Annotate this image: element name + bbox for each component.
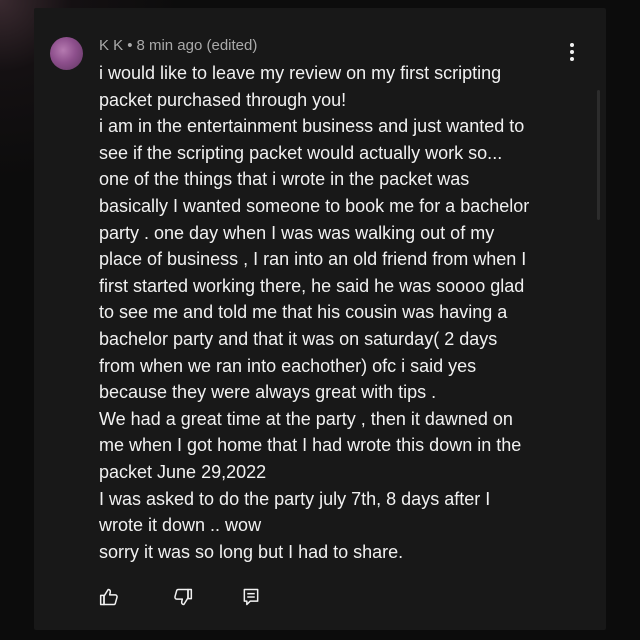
thumbs-down-icon bbox=[174, 588, 193, 606]
scrollbar[interactable] bbox=[597, 90, 600, 220]
comment-header: K K • 8 min ago (edited) bbox=[99, 37, 257, 54]
comment-line: from when we ran into eachother) ofc i s… bbox=[99, 355, 477, 376]
comment-line: first started working there, he said he … bbox=[99, 275, 525, 296]
comment-line: bachelor party and that it was on saturd… bbox=[99, 328, 498, 349]
comment-line: one of the things that i wrote in the pa… bbox=[99, 169, 470, 190]
comment-timestamp[interactable]: 8 min ago (edited) bbox=[136, 37, 257, 54]
comment-line: packet June 29,2022 bbox=[99, 461, 267, 482]
comment-line: We had a great time at the party , then … bbox=[99, 408, 513, 429]
comment-line: party . one day when I was was walking o… bbox=[99, 222, 495, 243]
comment-body: i would like to leave my review on my fi… bbox=[99, 60, 579, 565]
avatar[interactable] bbox=[50, 37, 83, 70]
comment-line: place of business , I ran into an old fr… bbox=[99, 249, 527, 270]
comment-line: see if the scripting packet would actual… bbox=[99, 142, 503, 163]
thumbs-up-icon bbox=[99, 588, 118, 606]
reply-button[interactable] bbox=[240, 586, 262, 608]
comment-line: i would like to leave my review on my fi… bbox=[99, 63, 502, 83]
comment-line: packet purchased through you! bbox=[99, 89, 347, 110]
comment-line: i am in the entertainment business and j… bbox=[99, 116, 525, 137]
reply-icon bbox=[243, 588, 259, 606]
header-separator: • bbox=[127, 37, 133, 54]
dislike-button[interactable] bbox=[172, 586, 194, 608]
comment-line: to see me and told me that his cousin wa… bbox=[99, 302, 508, 323]
author-name[interactable]: K K bbox=[99, 37, 123, 54]
comment-line: basically I wanted someone to book me fo… bbox=[99, 195, 530, 216]
more-vertical-icon bbox=[570, 43, 574, 61]
comment-line: because they were always great with tips… bbox=[99, 382, 437, 403]
comment-line: sorry it was so long but I had to share. bbox=[99, 541, 404, 562]
comment-line: wrote it down .. wow bbox=[99, 515, 262, 536]
comment-line: me when I got home that I had wrote this… bbox=[99, 435, 522, 456]
comment-line: I was asked to do the party july 7th, 8 … bbox=[99, 488, 491, 509]
like-button[interactable] bbox=[98, 586, 120, 608]
